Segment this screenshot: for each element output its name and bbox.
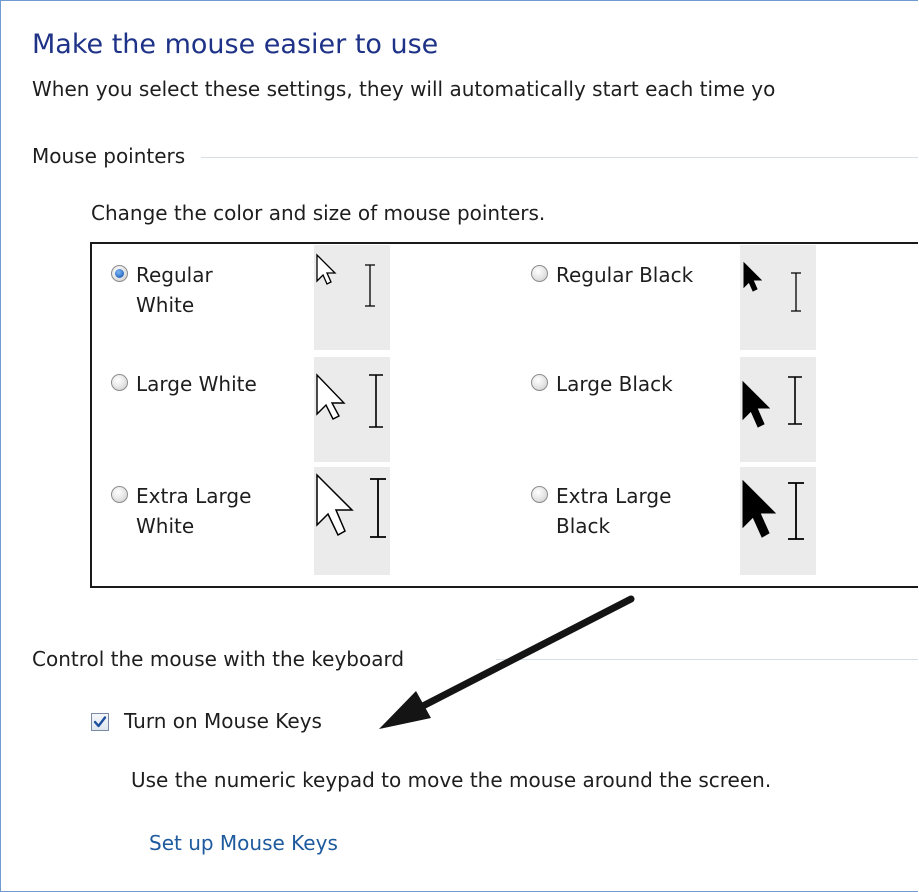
pointer-preview-large-black bbox=[740, 357, 816, 462]
arrow-cursor-icon bbox=[316, 473, 354, 537]
page-subtitle: When you select these settings, they wil… bbox=[32, 77, 776, 101]
section-title-mouse-pointers: Mouse pointers bbox=[32, 144, 194, 168]
option-extra-large-black[interactable]: Extra Large Black bbox=[531, 481, 671, 541]
pointer-preview-large-white bbox=[314, 357, 390, 462]
radio-extra-large-black[interactable] bbox=[531, 486, 548, 503]
section-divider bbox=[496, 659, 918, 660]
radio-large-black[interactable] bbox=[531, 374, 548, 391]
radio-extra-large-white[interactable] bbox=[111, 486, 128, 503]
radio-regular-black[interactable] bbox=[531, 265, 548, 282]
mouse-keys-description: Use the numeric keypad to move the mouse… bbox=[131, 768, 772, 792]
mouse-keys-checkbox[interactable] bbox=[91, 713, 109, 731]
arrow-cursor-icon bbox=[316, 253, 337, 285]
text-cursor-icon bbox=[369, 374, 383, 428]
section-divider bbox=[201, 157, 918, 158]
pointer-preview-regular-black bbox=[740, 245, 816, 350]
option-label: Extra Large White bbox=[136, 484, 252, 538]
ease-of-access-panel: Make the mouse easier to use When you se… bbox=[0, 0, 918, 892]
arrow-cursor-icon bbox=[316, 373, 346, 420]
option-large-black[interactable]: Large Black bbox=[531, 369, 673, 399]
radio-regular-white[interactable] bbox=[111, 265, 128, 282]
option-label: Regular Black bbox=[556, 263, 694, 287]
option-regular-white[interactable]: Regular White bbox=[111, 260, 213, 320]
mouse-keys-label[interactable]: Turn on Mouse Keys bbox=[124, 709, 322, 733]
section-title-keyboard: Control the mouse with the keyboard bbox=[32, 647, 413, 671]
option-label: Extra Large Black bbox=[556, 484, 672, 538]
text-cursor-icon bbox=[365, 264, 375, 307]
text-cursor-icon bbox=[370, 478, 386, 538]
pointer-preview-extra-large-white bbox=[314, 467, 390, 575]
arrow-cursor-icon bbox=[742, 479, 777, 538]
pointer-preview-extra-large-black bbox=[740, 467, 816, 575]
text-cursor-icon bbox=[788, 482, 804, 540]
option-regular-black[interactable]: Regular Black bbox=[531, 260, 693, 290]
page-title: Make the mouse easier to use bbox=[32, 29, 439, 60]
pointer-preview-regular-white bbox=[314, 245, 390, 350]
option-label: Large White bbox=[136, 372, 257, 396]
arrow-cursor-icon bbox=[742, 380, 771, 428]
option-label: Large Black bbox=[556, 372, 673, 396]
checkmark-icon bbox=[93, 716, 107, 728]
option-label: Regular White bbox=[136, 263, 213, 317]
pointer-description: Change the color and size of mouse point… bbox=[91, 201, 546, 225]
radio-large-white[interactable] bbox=[111, 374, 128, 391]
text-cursor-icon bbox=[791, 272, 801, 312]
setup-mouse-keys-link[interactable]: Set up Mouse Keys bbox=[149, 831, 338, 855]
text-cursor-icon bbox=[788, 376, 802, 425]
arrow-cursor-icon bbox=[743, 261, 763, 292]
option-large-white[interactable]: Large White bbox=[111, 369, 257, 399]
option-extra-large-white[interactable]: Extra Large White bbox=[111, 481, 251, 541]
